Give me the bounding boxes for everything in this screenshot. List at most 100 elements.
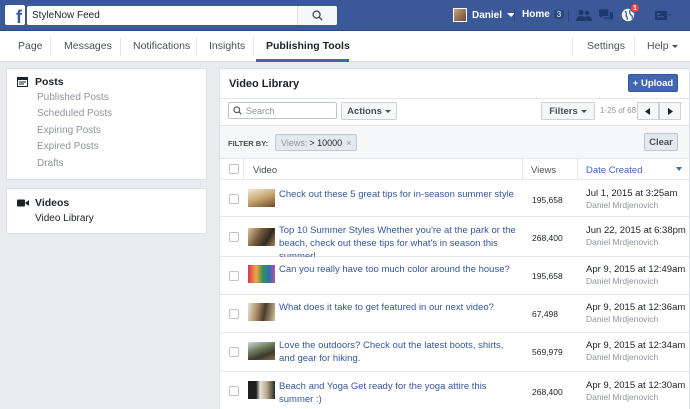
video-views: 569,979 [532, 347, 563, 357]
video-author: Daniel Mrdjenovich [586, 237, 659, 247]
tab-publishing-tools[interactable]: Publishing Tools [266, 40, 350, 52]
search-button[interactable] [297, 6, 337, 25]
friends-icon [576, 9, 592, 21]
profile-name: Daniel [472, 9, 503, 21]
video-views: 268,400 [532, 233, 563, 243]
sidebar-item-drafts[interactable]: Drafts [37, 158, 64, 169]
previous-page-button[interactable] [637, 102, 659, 120]
messages-button[interactable] [598, 8, 614, 22]
select-all-checkbox[interactable] [229, 164, 239, 174]
filter-key: Views: [281, 137, 308, 148]
profile-link[interactable]: Daniel [453, 8, 516, 22]
active-tab-indicator [256, 59, 349, 62]
video-camera-icon [17, 199, 29, 207]
clear-filters-button[interactable]: Clear [644, 133, 678, 151]
messages-icon [598, 9, 614, 21]
privacy-shortcuts-button[interactable] [652, 8, 674, 22]
divider [514, 9, 515, 22]
friend-requests-button[interactable] [576, 8, 592, 22]
video-date: Apr 9, 2015 at 12:49am [586, 264, 686, 275]
views-filter-token[interactable]: Views: > 10000 × [275, 134, 358, 151]
video-author: Daniel Mrdjenovich [586, 276, 659, 286]
divider [253, 37, 254, 56]
sidebar-item-expiring-posts[interactable]: Expiring Posts [37, 125, 101, 136]
video-views: 195,658 [532, 195, 563, 205]
row-checkbox[interactable] [229, 194, 239, 204]
divider [196, 37, 197, 56]
video-library-panel: Video Library + Upload Actions Filters 1… [219, 68, 690, 409]
actions-label: Actions [347, 105, 382, 117]
divider [522, 159, 523, 180]
column-header-views[interactable]: Views [531, 165, 556, 176]
chevron-down-icon [384, 109, 391, 113]
sidebar-item-published-posts[interactable]: Published Posts [37, 92, 109, 103]
divider [220, 98, 689, 99]
table-row[interactable]: Love the outdoors? Check out the latest … [220, 333, 689, 372]
filter-value: > 10000 [309, 137, 343, 148]
facebook-logo-icon[interactable]: f [5, 5, 25, 25]
video-author: Daniel Mrdjenovich [586, 314, 659, 324]
row-checkbox[interactable] [229, 347, 239, 357]
filter-bar: FILTER BY: Views: > 10000 × [220, 125, 689, 159]
upload-button[interactable]: + Upload [628, 74, 678, 92]
help-label: Help [647, 40, 669, 52]
video-thumbnail[interactable] [248, 228, 275, 246]
filters-dropdown[interactable]: Filters [541, 102, 595, 120]
top-navigation-bar: f Daniel Home 3 1 [0, 0, 690, 31]
divider [577, 159, 578, 180]
notification-count-badge: 1 [630, 3, 640, 13]
row-checkbox[interactable] [229, 309, 239, 319]
avatar [453, 8, 467, 22]
help-menu[interactable]: Help [647, 40, 678, 52]
next-page-button[interactable] [659, 102, 681, 120]
row-checkbox[interactable] [229, 232, 239, 242]
tab-notifications[interactable]: Notifications [133, 40, 190, 52]
table-row[interactable]: Beach and Yoga Get ready for the yoga at… [220, 372, 689, 409]
video-date: Jun 22, 2015 at 6:38pm [586, 225, 686, 236]
library-search-input[interactable] [246, 103, 336, 118]
column-header-video[interactable]: Video [253, 165, 277, 176]
sidebar-heading-label: Posts [35, 76, 64, 88]
row-checkbox[interactable] [229, 386, 239, 396]
video-thumbnail[interactable] [248, 381, 275, 399]
video-date: Apr 9, 2015 at 12:30am [586, 380, 686, 391]
sidebar-item-expired-posts[interactable]: Expired Posts [37, 141, 99, 152]
video-views: 67,498 [532, 309, 558, 319]
home-link[interactable]: Home 3 [522, 9, 565, 20]
video-thumbnail[interactable] [248, 342, 275, 360]
sidebar-heading-label: Videos [35, 197, 70, 209]
filters-label: Filters [549, 105, 578, 117]
remove-filter-icon[interactable]: × [346, 138, 351, 148]
table-row[interactable]: Can you really have too much color aroun… [220, 257, 689, 295]
next-icon [668, 107, 673, 115]
sidebar-item-scheduled-posts[interactable]: Scheduled Posts [37, 108, 112, 119]
video-title-link[interactable]: Check out these 5 great tips for in-seas… [279, 188, 519, 201]
table-row[interactable]: What does it take to get featured in our… [220, 295, 689, 333]
tab-settings[interactable]: Settings [587, 40, 625, 52]
sidebar-heading-videos: Videos [17, 197, 69, 209]
prev-icon [645, 107, 650, 115]
tab-messages[interactable]: Messages [64, 40, 112, 52]
table-row[interactable]: Check out these 5 great tips for in-seas… [220, 180, 689, 217]
video-views: 195,658 [532, 271, 563, 281]
search-icon [233, 106, 242, 115]
video-thumbnail[interactable] [248, 303, 275, 321]
sidebar-posts-section: Posts Published Posts Scheduled Posts Ex… [6, 68, 207, 180]
notifications-button[interactable]: 1 [620, 3, 640, 22]
tab-insights[interactable]: Insights [209, 40, 245, 52]
video-thumbnail[interactable] [248, 265, 275, 283]
tab-page[interactable]: Page [18, 40, 43, 52]
column-header-date-created[interactable]: Date Created [586, 165, 643, 176]
library-search [228, 102, 337, 119]
row-checkbox[interactable] [229, 271, 239, 281]
video-title-link[interactable]: What does it take to get featured in our… [279, 301, 519, 314]
table-row[interactable]: Top 10 Summer Styles Whether you're at t… [220, 217, 689, 262]
sidebar-item-video-library[interactable]: Video Library [35, 213, 94, 224]
video-title-link[interactable]: Beach and Yoga Get ready for the yoga at… [279, 380, 519, 406]
video-title-link[interactable]: Can you really have too much color aroun… [279, 263, 519, 276]
global-search-input[interactable] [27, 6, 297, 25]
video-thumbnail[interactable] [248, 189, 275, 207]
actions-dropdown[interactable]: Actions [341, 102, 397, 120]
video-title-link[interactable]: Love the outdoors? Check out the latest … [279, 339, 519, 365]
search-icon [312, 10, 323, 21]
